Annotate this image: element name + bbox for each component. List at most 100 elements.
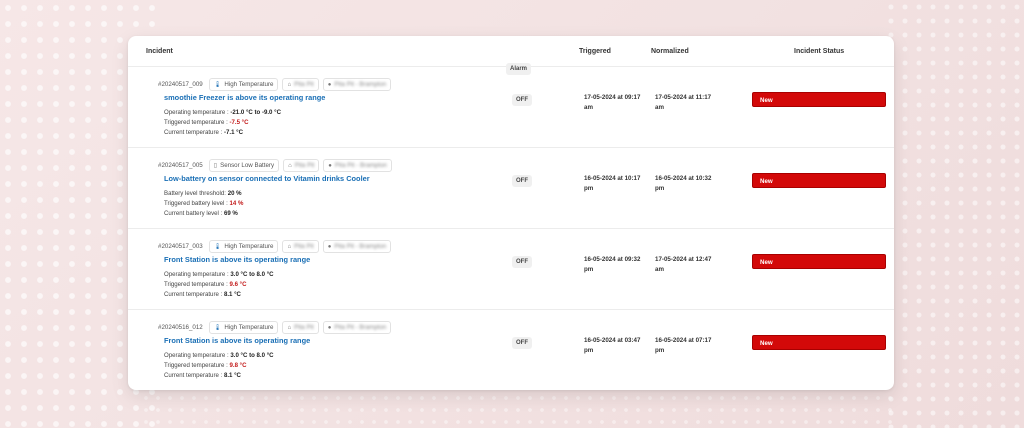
location-chip: ● Pita Pit - Brampton — [322, 78, 392, 91]
incident-details: Operating temperature : 3.0 °C to 8.0 °C… — [164, 351, 274, 381]
header-triggered[interactable]: Triggered — [579, 48, 611, 55]
thermometer-icon: 🌡 — [213, 244, 222, 250]
alarm-status-badge: OFF — [512, 175, 532, 187]
location-chip: ● Pita Pit - Brampton — [323, 159, 392, 172]
detail-label: Triggered temperature : — [164, 362, 230, 369]
incident-reference: #20240517_003 — [158, 243, 203, 250]
detail-label: Operating temperature : — [164, 352, 231, 359]
table-row[interactable]: #20240517_009 🌡 High Temperature ⌂ Pita … — [128, 67, 894, 148]
triggered-value: 14 % — [229, 200, 244, 207]
detail-label: Triggered temperature : — [164, 119, 230, 126]
location-name: Pita Pit - Brampton — [334, 243, 387, 250]
incident-status-select[interactable]: New — [752, 254, 886, 269]
incident-type-chip: ▯ Sensor Low Battery — [208, 159, 280, 172]
incident-type-label: High Temperature — [224, 81, 274, 88]
detail-label: Battery level threshold: — [164, 190, 228, 197]
triggered-value: -7.5 °C — [229, 119, 249, 126]
incident-type-chip: 🌡 High Temperature — [208, 240, 279, 253]
alarm-status-badge: OFF — [512, 94, 532, 106]
alarm-status-badge: OFF — [512, 256, 532, 268]
current-value: 69 % — [223, 210, 238, 217]
incident-details: Operating temperature : 3.0 °C to 8.0 °C… — [164, 270, 274, 300]
triggered-datetime: 16-05-2024 at 10:17 pm — [584, 175, 641, 192]
store-icon: ⌂ — [288, 162, 292, 169]
incident-title-link[interactable]: Low-battery on sensor connected to Vitam… — [164, 174, 370, 183]
location-name: Pita Pit - Brampton — [334, 81, 387, 88]
organization-name: Pita Pit — [294, 324, 314, 331]
table-row[interactable]: #20240517_005 ▯ Sensor Low Battery ⌂ Pit… — [128, 148, 894, 229]
organization-chip: ⌂ Pita Pit — [282, 321, 319, 334]
detail-value: 3.0 °C to 8.0 °C — [230, 271, 274, 278]
header-normalized[interactable]: Normalized — [651, 48, 689, 55]
store-icon: ⌂ — [287, 324, 292, 331]
store-icon: ⌂ — [287, 243, 292, 250]
incident-status-select[interactable]: New — [752, 335, 886, 350]
normalized-datetime: 16-05-2024 at 10:32 pm — [655, 175, 712, 192]
location-name: Pita Pit - Brampton — [334, 162, 387, 169]
current-value: -7.1 °C — [223, 129, 243, 136]
location-name: Pita Pit - Brampton — [334, 324, 387, 331]
incident-title-link[interactable]: Front Station is above its operating ran… — [164, 255, 310, 264]
incident-reference: #20240517_009 — [158, 81, 203, 88]
incident-meta: #20240517_009 🌡 High Temperature ⌂ Pita … — [158, 78, 392, 91]
detail-label: Current temperature : — [164, 129, 224, 136]
organization-name: Pita Pit — [294, 162, 315, 169]
detail-value: -21.0 °C to -9.0 °C — [230, 109, 281, 116]
normalized-datetime: 17-05-2024 at 12:47 am — [655, 256, 712, 273]
decorative-dots-bottom — [140, 392, 900, 428]
incident-type-label: High Temperature — [224, 324, 274, 331]
incident-meta: #20240517_005 ▯ Sensor Low Battery ⌂ Pit… — [158, 159, 392, 172]
incident-type-chip: 🌡 High Temperature — [208, 321, 279, 334]
triggered-value: 9.8 °C — [229, 362, 247, 369]
location-pin-icon: ● — [328, 162, 332, 169]
detail-label: Triggered temperature : — [164, 281, 230, 288]
incident-status-select[interactable]: New — [752, 173, 886, 188]
organization-chip: ⌂ Pita Pit — [283, 159, 320, 172]
incident-title-link[interactable]: smoothie Freezer is above its operating … — [164, 93, 325, 102]
incident-title-link[interactable]: Front Station is above its operating ran… — [164, 336, 310, 345]
detail-label: Operating temperature : — [164, 271, 231, 278]
detail-value: 20 % — [227, 190, 242, 197]
incident-details: Battery level threshold: 20 % Triggered … — [164, 189, 243, 219]
triggered-value: 9.6 °C — [229, 281, 247, 288]
location-chip: ● Pita Pit - Brampton — [322, 321, 392, 334]
alarm-status-badge: OFF — [512, 337, 532, 349]
triggered-datetime: 16-05-2024 at 09:32 pm — [584, 256, 641, 273]
detail-label: Current temperature : — [164, 291, 224, 298]
detail-value: 3.0 °C to 8.0 °C — [230, 352, 274, 359]
incident-type-chip: 🌡 High Temperature — [208, 78, 279, 91]
current-value: 8.1 °C — [223, 372, 241, 379]
triggered-datetime: 16-05-2024 at 03:47 pm — [584, 337, 641, 354]
decorative-dots-right — [884, 0, 1024, 428]
incident-type-label: Sensor Low Battery — [220, 162, 275, 169]
incident-meta: #20240516_012 🌡 High Temperature ⌂ Pita … — [158, 321, 392, 334]
detail-label: Operating temperature : — [164, 109, 231, 116]
organization-chip: ⌂ Pita Pit — [282, 78, 319, 91]
normalized-datetime: 17-05-2024 at 11:17 am — [655, 94, 712, 111]
organization-chip: ⌂ Pita Pit — [282, 240, 319, 253]
organization-name: Pita Pit — [294, 81, 314, 88]
incident-status-select[interactable]: New — [752, 92, 886, 107]
incidents-table-card: Incident Alarm Triggered Normalized Inci… — [128, 36, 894, 390]
header-incident-status[interactable]: Incident Status — [794, 48, 844, 55]
detail-label: Triggered battery level : — [164, 200, 230, 207]
battery-icon: ▯ — [213, 163, 218, 169]
incident-reference: #20240516_012 — [158, 324, 203, 331]
location-pin-icon: ● — [327, 243, 332, 250]
table-row[interactable]: #20240516_012 🌡 High Temperature ⌂ Pita … — [128, 310, 894, 390]
incident-details: Operating temperature : -21.0 °C to -9.0… — [164, 108, 281, 138]
location-chip: ● Pita Pit - Brampton — [322, 240, 392, 253]
detail-label: Current battery level : — [164, 210, 224, 217]
incident-reference: #20240517_005 — [158, 162, 203, 169]
location-pin-icon: ● — [327, 81, 332, 88]
triggered-datetime: 17-05-2024 at 09:17 am — [584, 94, 641, 111]
header-incident[interactable]: Incident — [146, 48, 173, 55]
incident-meta: #20240517_003 🌡 High Temperature ⌂ Pita … — [158, 240, 392, 253]
store-icon: ⌂ — [287, 81, 292, 88]
thermometer-icon: 🌡 — [213, 82, 222, 88]
table-row[interactable]: #20240517_003 🌡 High Temperature ⌂ Pita … — [128, 229, 894, 310]
normalized-datetime: 16-05-2024 at 07:17 pm — [655, 337, 712, 354]
thermometer-icon: 🌡 — [213, 325, 222, 331]
incident-type-label: High Temperature — [224, 243, 274, 250]
table-header: Incident Alarm Triggered Normalized Inci… — [128, 36, 894, 75]
